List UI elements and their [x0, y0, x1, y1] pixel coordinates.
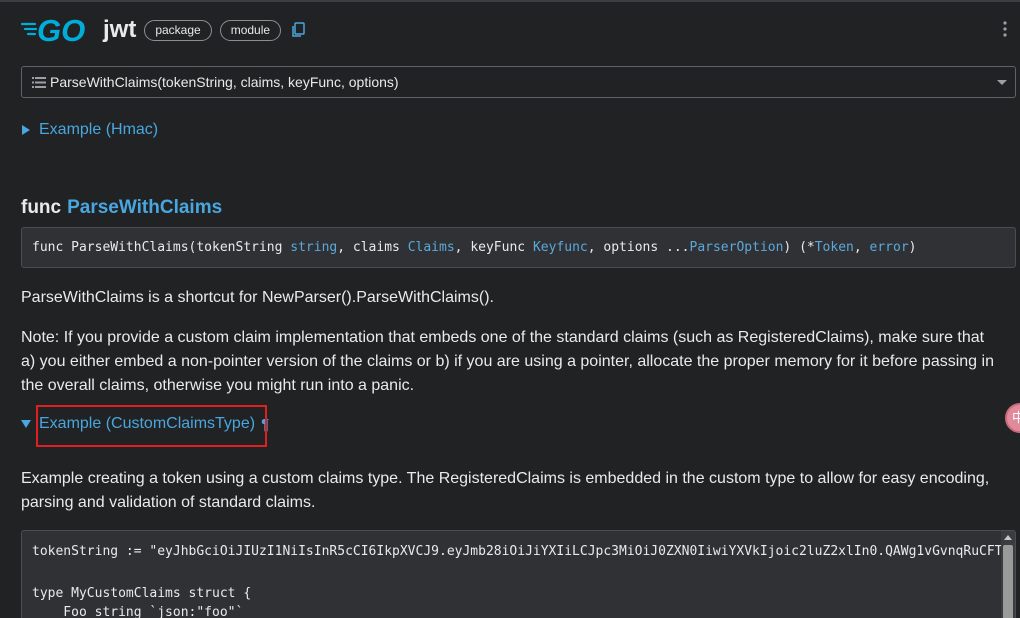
func-keyword: func — [21, 197, 62, 218]
example-description: Example creating a token using a custom … — [21, 470, 990, 511]
type-link-claims[interactable]: Claims — [408, 240, 455, 255]
type-link-parseroption[interactable]: ParserOption — [690, 240, 784, 255]
jump-to-select[interactable]: ParseWithClaims(tokenString, claims, key… — [21, 66, 1016, 98]
func-signature: func ParseWithClaims(tokenString string,… — [21, 227, 1016, 268]
sig-text: func ParseWithClaims(tokenString — [32, 240, 291, 255]
chevron-down-icon — [997, 80, 1007, 85]
page-header: GO jwt package module — [21, 14, 305, 46]
highlight-annotation-box — [36, 405, 267, 447]
module-chip[interactable]: module — [219, 19, 282, 41]
func-note: Note: If you provide a custom claim impl… — [21, 329, 994, 394]
type-link-keyfunc[interactable]: Keyfunc — [533, 240, 588, 255]
package-chip[interactable]: package — [144, 19, 212, 41]
sig-text: , keyFunc — [454, 240, 533, 255]
code-line: tokenString := "eyJhbGciOiJIUzI1NiIsInR5… — [32, 544, 1016, 559]
scroll-up-icon[interactable] — [1004, 535, 1012, 540]
example-hmac-toggle[interactable]: Example (Hmac) — [21, 121, 158, 139]
top-border — [0, 0, 1020, 2]
go-logo[interactable]: GO — [21, 15, 97, 45]
more-vertical-icon[interactable] — [1002, 20, 1008, 38]
list-icon — [32, 76, 46, 88]
example-code-block[interactable]: tokenString := "eyJhbGciOiJIUzI1NiIsInR5… — [21, 530, 1016, 618]
jump-to-selected-value: ParseWithClaims(tokenString, claims, key… — [50, 74, 399, 90]
sig-text: ) (* — [783, 240, 815, 255]
example-hmac-label[interactable]: Example (Hmac) — [39, 121, 158, 139]
package-name: jwt — [103, 16, 137, 43]
func-description: ParseWithClaims is a shortcut for NewPar… — [21, 289, 494, 306]
sig-text: , claims — [337, 240, 408, 255]
type-link-token[interactable]: Token — [815, 240, 854, 255]
sig-text: , — [853, 240, 870, 255]
type-link-string[interactable]: string — [290, 240, 337, 255]
translate-extension-icon[interactable]: 中 — [1005, 403, 1020, 433]
func-name-link[interactable]: ParseWithClaims — [67, 197, 222, 218]
copy-icon[interactable] — [291, 22, 305, 38]
triangle-right-icon — [22, 125, 30, 135]
code-line: Foo string `json:"foo"` — [32, 605, 244, 618]
scroll-thumb[interactable] — [1003, 545, 1013, 618]
triangle-down-icon — [21, 420, 31, 428]
code-scrollbar[interactable] — [1001, 531, 1015, 618]
svg-text:GO: GO — [37, 15, 85, 45]
type-link-error[interactable]: error — [870, 240, 909, 255]
func-heading: func ParseWithClaims — [21, 197, 222, 219]
sig-text: , options ... — [587, 240, 690, 255]
sig-text: ) — [908, 240, 917, 255]
code-line: type MyCustomClaims struct { — [32, 586, 252, 601]
